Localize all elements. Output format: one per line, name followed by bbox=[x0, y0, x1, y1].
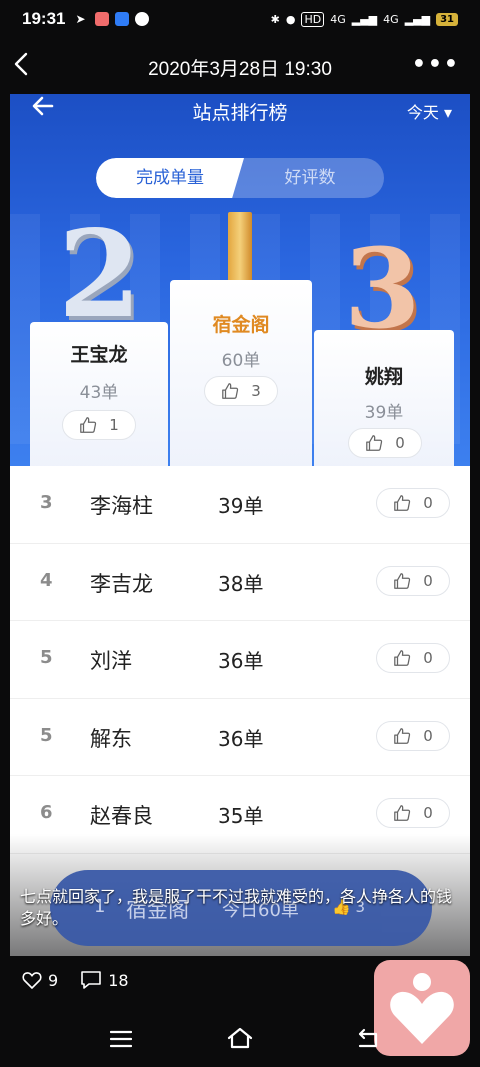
post-caption: 七点就回家了，我是服了干不过我就难受的，各人挣各人的钱多好。 bbox=[20, 887, 453, 928]
row-like-count: 0 bbox=[423, 804, 433, 823]
thumbs-up-icon bbox=[394, 805, 411, 822]
row-rank: 5 bbox=[40, 647, 53, 669]
post-header: 2020年3月28日 19:30 ••• bbox=[0, 40, 480, 94]
post-title: 2020年3月28日 19:30 bbox=[148, 58, 332, 80]
like-count: 9 bbox=[48, 970, 59, 990]
podium-first: 宿金阁 60单 3 bbox=[170, 280, 312, 470]
thumbs-up-icon bbox=[366, 435, 383, 451]
app-notification-icon-2 bbox=[115, 12, 130, 26]
compass-icon bbox=[135, 12, 150, 26]
signal-label-2: 4G bbox=[383, 12, 399, 26]
app-bar: 站点排行榜 今天 ▾ bbox=[10, 94, 470, 126]
row-rank: 3 bbox=[40, 492, 53, 513]
podium-third: 姚翔 39单 0 bbox=[314, 330, 454, 470]
podium-first-name: 宿金阁 bbox=[212, 314, 270, 336]
podium-first-like: 3 bbox=[204, 376, 278, 406]
signal-icon-1: ▂▄▆ bbox=[351, 12, 378, 26]
tab-good-reviews: 好评数 bbox=[284, 168, 336, 188]
podium-second: 王宝龙 43单 1 bbox=[30, 322, 168, 472]
date-filter-dropdown: 今天 ▾ bbox=[407, 99, 452, 123]
row-name: 解东 bbox=[90, 726, 132, 751]
ranking-list: 3 李海柱 39单 0 4 李吉龙 38单 0 5 刘洋 36单 0 5 解东 … bbox=[10, 466, 470, 854]
row-rank: 4 bbox=[40, 569, 53, 591]
podium-first-like-count: 3 bbox=[251, 382, 261, 400]
app-notification-icon bbox=[95, 12, 110, 26]
status-right: ✱ ● HD 4G ▂▄▆ 4G ▂▄▆ 31 bbox=[270, 11, 458, 27]
podium-first-orders: 60单 bbox=[221, 351, 261, 371]
back-nav-icon[interactable] bbox=[356, 1028, 378, 1054]
back-icon[interactable] bbox=[14, 50, 28, 83]
row-name: 刘洋 bbox=[90, 649, 132, 674]
heart-icon bbox=[22, 972, 42, 989]
like-button[interactable]: 9 bbox=[22, 971, 58, 990]
row-like-count: 0 bbox=[423, 649, 433, 668]
row-orders: 36单 bbox=[218, 649, 264, 674]
comment-button[interactable]: 18 bbox=[80, 970, 129, 990]
home-icon[interactable] bbox=[226, 1026, 254, 1054]
signal-icon-2: ▂▄▆ bbox=[404, 12, 431, 26]
date-filter-label: 今天 bbox=[406, 103, 439, 122]
row-rank: 5 bbox=[40, 724, 53, 746]
tab-orders: 完成单量 bbox=[96, 158, 244, 198]
row-orders: 35单 bbox=[218, 804, 264, 829]
bluetooth-icon: ✱ bbox=[270, 12, 280, 26]
podium-third-like: 0 bbox=[348, 428, 422, 458]
post-actions: 9 18 bbox=[22, 970, 129, 990]
podium-second-orders: 43单 bbox=[79, 383, 119, 403]
row-like-count: 0 bbox=[423, 571, 433, 590]
menu-icon[interactable] bbox=[109, 1030, 133, 1052]
row-name: 赵春良 bbox=[90, 804, 153, 829]
caret-down-icon: ▾ bbox=[443, 103, 452, 122]
row-name: 李吉龙 bbox=[90, 571, 153, 596]
battery-indicator: 31 bbox=[436, 12, 458, 26]
row-like-count: 0 bbox=[423, 494, 433, 512]
notification-icons: ➤ bbox=[75, 12, 150, 26]
row-like-count: 0 bbox=[423, 726, 433, 745]
row-rank: 6 bbox=[40, 802, 53, 824]
table-row: 4 李吉龙 38单 0 bbox=[10, 543, 470, 622]
rank-1-numeral bbox=[228, 212, 252, 288]
podium-second-like: 1 bbox=[62, 410, 136, 440]
signal-label-1: 4G bbox=[330, 12, 346, 26]
location-icon: ● bbox=[285, 12, 296, 26]
podium-third-name: 姚翔 bbox=[364, 366, 403, 388]
post-image[interactable]: 站点排行榜 今天 ▾ 完成单量 好评数 2 3 王宝龙 43单 1 宿金阁 60… bbox=[10, 94, 470, 956]
row-like: 0 bbox=[376, 643, 450, 674]
row-like: 0 bbox=[376, 720, 450, 751]
podium-third-like-count: 0 bbox=[395, 434, 405, 452]
more-options-button[interactable]: ••• bbox=[412, 52, 460, 77]
table-row: 3 李海柱 39单 0 bbox=[10, 466, 470, 544]
metric-toggle: 完成单量 好评数 bbox=[96, 158, 384, 198]
podium-second-like-count: 1 bbox=[109, 416, 119, 434]
comment-count: 18 bbox=[108, 970, 129, 990]
table-row: 5 解东 36单 0 bbox=[10, 698, 470, 777]
row-like: 0 bbox=[376, 488, 450, 518]
thumbs-up-icon bbox=[394, 495, 411, 511]
row-like: 0 bbox=[376, 798, 450, 829]
comment-icon bbox=[81, 971, 101, 989]
row-orders: 38单 bbox=[218, 571, 264, 596]
thumbs-up-icon bbox=[394, 650, 411, 667]
thumbs-up-icon bbox=[394, 727, 411, 744]
system-nav-bar bbox=[0, 1020, 480, 1060]
row-orders: 39单 bbox=[218, 494, 264, 518]
thumbs-up-icon bbox=[394, 572, 411, 589]
row-like: 0 bbox=[376, 565, 450, 596]
row-name: 李海柱 bbox=[90, 494, 153, 518]
podium-second-name: 王宝龙 bbox=[70, 344, 128, 366]
table-row: 5 刘洋 36单 0 bbox=[10, 621, 470, 699]
thumbs-up-icon bbox=[80, 417, 97, 433]
row-orders: 36单 bbox=[218, 726, 264, 751]
status-bar: 19:31 ➤ ✱ ● HD 4G ▂▄▆ 4G ▂▄▆ 31 bbox=[0, 0, 480, 38]
status-time: 19:31 bbox=[22, 9, 66, 28]
navigation-icon: ➤ bbox=[75, 12, 86, 26]
hd-label: HD bbox=[301, 11, 325, 27]
app-title: 站点排行榜 bbox=[192, 102, 288, 124]
thumbs-up-icon bbox=[222, 383, 239, 399]
podium-third-orders: 39单 bbox=[364, 403, 404, 423]
